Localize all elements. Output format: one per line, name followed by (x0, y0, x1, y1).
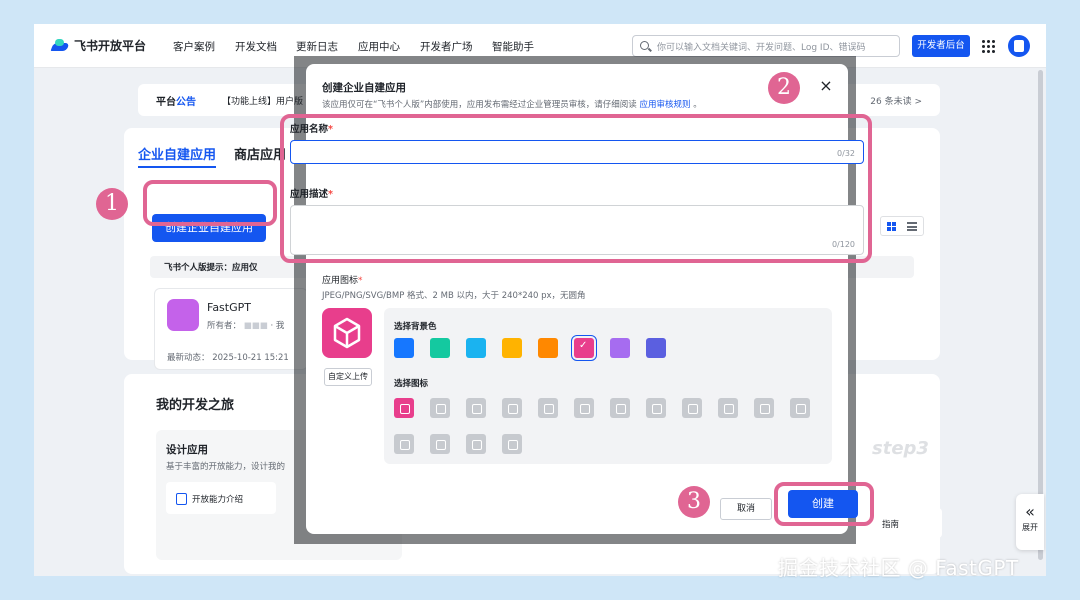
app-name: FastGPT (207, 301, 251, 314)
icon-option-cube[interactable] (394, 398, 414, 418)
icon-option-robot[interactable] (430, 398, 450, 418)
page-scrollbar[interactable] (1038, 70, 1043, 560)
icon-option-wrench[interactable] (754, 398, 774, 418)
avatar[interactable] (1008, 35, 1030, 57)
modal-title: 创建企业自建应用 (322, 82, 406, 94)
announcement-title: 平台公告 (156, 97, 196, 108)
icon-option-checklist[interactable] (610, 398, 630, 418)
app-grid-icon[interactable] (982, 40, 995, 53)
step-badge-2: 2 (768, 72, 800, 104)
active-tab-indicator (138, 166, 216, 168)
app-icon-label: 应用图标* (322, 276, 363, 286)
bg-color-swatch[interactable] (610, 338, 630, 358)
bg-color-swatch[interactable] (466, 338, 486, 358)
app-owner: 所有者： ■■■ · 我 (207, 321, 285, 331)
nav-item-dev-square[interactable]: 开发者广场 (420, 39, 473, 54)
grid-view-icon[interactable] (887, 222, 896, 231)
app-cube-icon (167, 299, 199, 331)
search-input[interactable]: 你可以输入文档关键词、开发问题、Log ID、错误码 (632, 35, 900, 57)
icon-option-users[interactable] (466, 434, 486, 454)
highlight-form-fields (280, 114, 872, 263)
tab-enterprise-apps[interactable]: 企业自建应用 (138, 144, 216, 163)
step-badge-3: 3 (678, 486, 710, 518)
app-icon-hint: JPEG/PNG/SVG/BMP 格式、2 MB 以内，大于 240*240 p… (322, 291, 586, 301)
app-latest-activity: 最新动态： 2025-10-21 15:21 (167, 353, 289, 363)
bg-color-swatch[interactable] (430, 338, 450, 358)
icon-option-code[interactable] (502, 434, 522, 454)
cancel-button[interactable]: 取消 (720, 498, 772, 520)
expand-sidebar-button[interactable]: « 展开 (1016, 494, 1044, 550)
icon-option-bulb[interactable] (466, 398, 486, 418)
platform-logo[interactable]: 飞书开放平台 (52, 37, 146, 54)
icon-option-shield[interactable] (394, 434, 414, 454)
highlight-create-enterprise-app (143, 180, 277, 226)
icon-option-calendar[interactable] (538, 398, 558, 418)
bg-color-swatch[interactable] (502, 338, 522, 358)
nav-item-cases[interactable]: 客户案例 (173, 39, 215, 54)
app-icon-preview (322, 308, 372, 358)
icon-option-file[interactable] (790, 398, 810, 418)
custom-upload-button[interactable]: 自定义上传 (324, 368, 372, 386)
icon-option-bell[interactable] (574, 398, 594, 418)
icon-option-document[interactable] (502, 398, 522, 418)
review-rules-link[interactable]: 应用审核规则 (640, 100, 691, 110)
view-toggle[interactable] (880, 216, 924, 236)
nav-item-app-center[interactable]: 应用中心 (358, 39, 400, 54)
nav-item-changelog[interactable]: 更新日志 (296, 39, 338, 54)
feishu-logo-icon (52, 38, 68, 53)
developer-console-button[interactable]: 开发者后台 (912, 35, 970, 57)
journey-title: 我的开发之旅 (156, 398, 235, 413)
expand-label: 展开 (1022, 523, 1038, 532)
highlight-create-button (774, 482, 874, 526)
bg-color-swatch[interactable] (538, 338, 558, 358)
logo-text: 飞书开放平台 (74, 39, 147, 53)
icon-select-label: 选择图标 (394, 379, 429, 389)
icon-option-moon[interactable] (646, 398, 666, 418)
bg-color-swatch[interactable] (394, 338, 414, 358)
icon-option-star[interactable] (682, 398, 702, 418)
close-icon[interactable]: × (818, 78, 834, 94)
open-capability-link[interactable]: 开放能力介绍 (166, 482, 276, 514)
icon-option-tag[interactable] (718, 398, 738, 418)
bg-color-swatch[interactable] (646, 338, 666, 358)
double-chevron-left-icon: « (1025, 502, 1035, 521)
unread-count-link[interactable]: 26 条未读 > (870, 94, 922, 107)
cube-icon (333, 317, 361, 349)
icon-option-layout[interactable] (430, 434, 450, 454)
search-placeholder: 你可以输入文档关键词、开发问题、Log ID、错误码 (657, 43, 866, 53)
icon-picker: 选择背景色 选择图标 (384, 308, 832, 464)
journey-step-title: 设计应用 (166, 444, 208, 456)
step-badge-1: 1 (96, 188, 128, 220)
bg-color-label: 选择背景色 (394, 322, 437, 332)
journey-step-desc: 基于丰富的开放能力，设计我的 (166, 462, 286, 472)
nav-item-ai-assistant[interactable]: 智能助手 (492, 39, 534, 54)
modal-subtitle: 该应用仅可在“飞书个人版”内部使用，应用发布需经过企业管理员审核，请仔细阅读 应… (322, 100, 702, 110)
watermark: 掘金技术社区 @ FastGPT (778, 556, 1019, 580)
search-icon (640, 41, 649, 50)
step3-label: step3 (872, 438, 929, 459)
bg-color-swatch[interactable] (571, 335, 597, 361)
nav-item-docs[interactable]: 开发文档 (235, 39, 277, 54)
list-view-icon[interactable] (907, 222, 917, 231)
announcement-text[interactable]: 【功能上线】用户版 (222, 94, 303, 107)
app-card-fastgpt[interactable]: FastGPT 所有者： ■■■ · 我 最新动态： 2025-10-21 15… (154, 288, 308, 370)
